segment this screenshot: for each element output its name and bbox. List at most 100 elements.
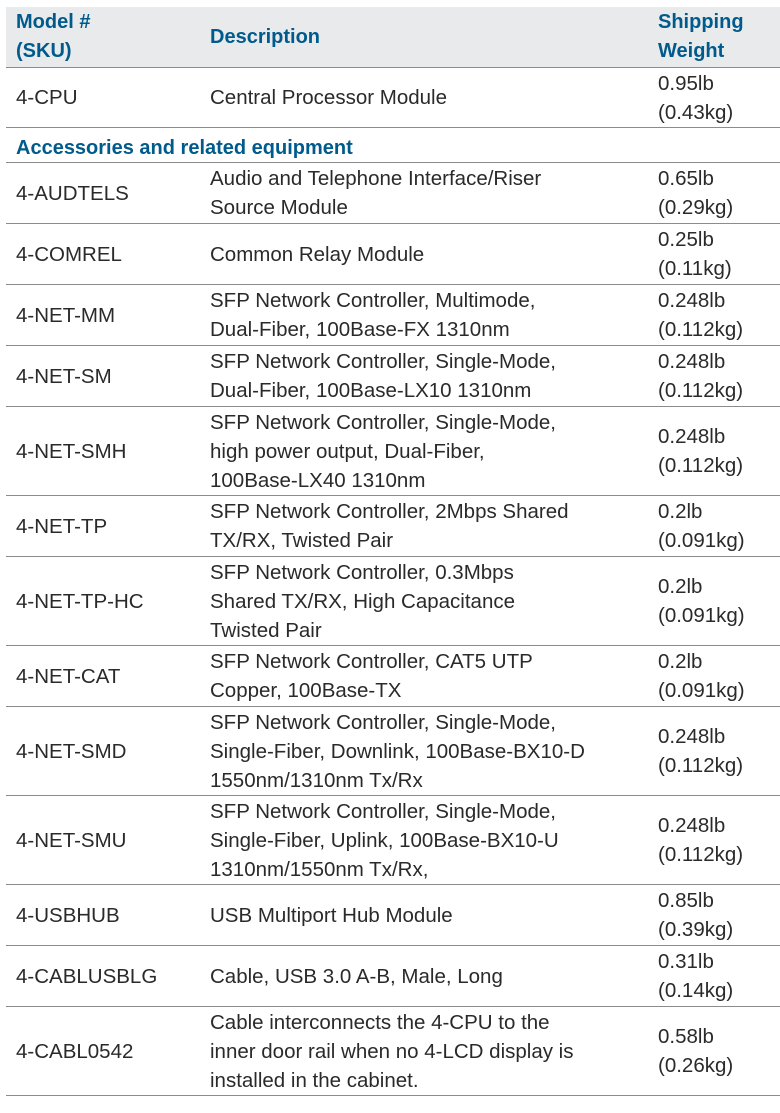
description-line: Cable interconnects the 4-CPU to the [210,1010,550,1034]
weight-cell: 0.2lb (0.091kg) [658,556,780,646]
weight-cell: 0.248lb (0.112kg) [658,345,780,407]
description-cell: Common Relay Module [210,223,658,285]
weight-kg: (0.39kg) [658,918,734,941]
weight-cell: 0.65lb (0.29kg) [658,162,780,224]
weight-lb: 0.58lb [658,1025,714,1048]
table-row: 4-CABLUSBLG Cable, USB 3.0 A-B, Male, Lon… [6,945,780,1007]
weight-cell: 0.248lb (0.112kg) [658,795,780,885]
weight-lb: 0.248lb [658,725,726,748]
description-cell: SFP Network Controller, 2Mbps Shared TX/R… [210,495,658,557]
weight-lb: 0.2lb [658,500,703,523]
description-cell: Central Processor Module [210,67,658,128]
weight-lb: 0.248lb [658,425,726,448]
table-row: 4-NET-SMH SFP Network Controller, Single-… [6,406,780,496]
sku-cell: 4-NET-SMD [6,706,210,796]
description-line: Audio and Telephone Interface/Riser [210,167,542,190]
description-line: Single-Fiber, Uplink, 100Base-BX10-U [210,828,559,852]
table-row: 4-NET-TP SFP Network Controller, 2Mbps Sh… [6,495,780,557]
weight-lb: 0.95lb [658,71,714,95]
table-row: 4-NET-TP-HC SFP Network Controller, 0.3Mb… [6,556,780,646]
description-line: Dual-Fiber, 100Base-FX 1310nm [210,318,510,341]
weight-lb: 0.248lb [658,814,726,837]
description-cell: SFP Network Controller, Single-Mode, high… [210,406,658,496]
table-row: 4-AUDTELS Audio and Telephone Interface/R… [6,162,780,224]
table-row: 4-CPU Central Processor Module 0.95lb (0… [6,67,780,128]
description-line: SFP Network Controller, Multimode, [210,289,536,312]
weight-kg: (0.26kg) [658,1054,734,1077]
sku-cell: 4-USBHUB [6,884,210,946]
sku-cell: 4-CABL0542 [6,1006,210,1096]
product-table: Model # (SKU) Description Shipping Weigh… [6,7,780,1096]
table-row: 4-NET-MM SFP Network Controller, Multimod… [6,284,780,346]
description-line: Common Relay Module [210,242,425,266]
description-line: Single-Fiber, Downlink, 100Base-BX10-D [210,739,585,763]
weight-cell: 0.248lb (0.112kg) [658,706,780,796]
weight-cell: 0.85lb (0.39kg) [658,884,780,946]
table-row: 4-CABL0542 Cable interconnects the 4-CPU … [6,1006,780,1096]
sku-cell: 4-AUDTELS [6,162,210,224]
description-cell: SFP Network Controller, Single-Mode, Dual… [210,345,658,407]
description-cell: SFP Network Controller, CAT5 UTP Copper, … [210,645,658,707]
table-row: 4-NET-CAT SFP Network Controller, CAT5 UT… [6,645,780,707]
header-weight-line1: Shipping [658,11,744,33]
sku-cell: 4-NET-CAT [6,645,210,707]
weight-kg: (0.112kg) [658,454,744,477]
description-cell: SFP Network Controller, 0.3Mbps Shared TX… [210,556,658,646]
sku-cell: 4-NET-SMH [6,406,210,496]
header-shipping-weight: Shipping Weight [658,7,780,68]
weight-cell: 0.31lb (0.14kg) [658,945,780,1007]
header-model-sku: Model # (SKU) [6,7,210,68]
weight-kg: (0.29kg) [658,196,734,219]
header-row: Model # (SKU) Description Shipping Weigh… [6,7,780,68]
header-description: Description [210,7,658,68]
weight-cell: 0.2lb (0.091kg) [658,495,780,557]
section-header-row: Accessories and related equipment [6,127,780,163]
description-line: Dual-Fiber, 100Base-LX10 1310nm [210,379,532,402]
weight-cell: 0.2lb (0.091kg) [658,645,780,707]
description-line: USB Multiport Hub Module [210,903,453,927]
sku-cell: 4-COMREL [6,223,210,285]
description-line: 100Base-LX40 1310nm [210,468,426,492]
weight-lb: 0.25lb [658,228,714,251]
weight-cell: 0.58lb (0.26kg) [658,1006,780,1096]
description-line: Shared TX/RX, High Capacitance [210,589,516,613]
description-line: SFP Network Controller, CAT5 UTP [210,650,533,673]
description-line: Source Module [210,196,348,219]
description-line: installed in the cabinet. [210,1068,419,1092]
section-title: Accessories and related equipment [6,127,780,163]
description-line: SFP Network Controller, 0.3Mbps [210,560,514,584]
description-line: SFP Network Controller, 2Mbps Shared [210,500,569,523]
weight-lb: 0.248lb [658,289,726,312]
weight-kg: (0.091kg) [658,529,745,552]
weight-kg: (0.112kg) [658,318,744,341]
description-line: 1550nm/1310nm Tx/Rx [210,768,423,792]
sku-cell: 4-NET-SM [6,345,210,407]
weight-lb: 0.2lb [658,650,703,673]
weight-cell: 0.248lb (0.112kg) [658,406,780,496]
weight-kg: (0.112kg) [658,843,744,866]
table-header: Model # (SKU) Description Shipping Weigh… [6,7,780,68]
weight-kg: (0.091kg) [658,679,745,702]
weight-kg: (0.112kg) [658,379,744,402]
weight-kg: (0.43kg) [658,100,734,124]
weight-kg: (0.091kg) [658,604,745,627]
table-row: 4-USBHUB USB Multiport Hub Module 0.85lb (0… [6,884,780,946]
table-row: 4-NET-SMU SFP Network Controller, Single-… [6,795,780,885]
description-cell: SFP Network Controller, Single-Mode, Sing… [210,795,658,885]
weight-cell: 0.248lb (0.112kg) [658,284,780,346]
table-row: 4-COMREL Common Relay Module 0.25lb (0.11kg… [6,223,780,285]
weight-lb: 0.31lb [658,950,714,973]
weight-cell: 0.25lb (0.11kg) [658,223,780,285]
description-line: SFP Network Controller, Single-Mode, [210,410,556,434]
weight-cell: 0.95lb (0.43kg) [658,67,780,128]
weight-kg: (0.112kg) [658,754,744,777]
sku-cell: 4-NET-SMU [6,795,210,885]
weight-lb: 0.65lb [658,167,714,190]
sku-cell: 4-NET-TP-HC [6,556,210,646]
description-line: Cable, USB 3.0 A-B, Male, Long [210,964,503,988]
description-line: Twisted Pair [210,618,322,642]
sku-cell: 4-CPU [6,67,210,128]
weight-lb: 0.248lb [658,350,726,373]
description-line: high power output, Dual-Fiber, [210,439,485,463]
sku-cell: 4-NET-TP [6,495,210,557]
